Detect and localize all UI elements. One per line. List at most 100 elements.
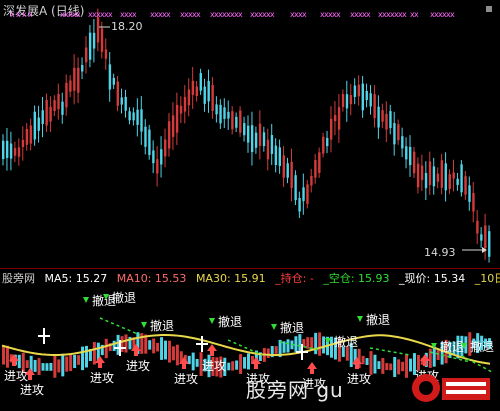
- signal-bar: [211, 356, 215, 377]
- candlestick: [203, 86, 206, 104]
- candlestick: [440, 160, 444, 188]
- candlestick: [69, 80, 72, 92]
- candlestick: [333, 115, 337, 122]
- candlestick: [132, 112, 135, 121]
- candlestick: [416, 163, 420, 188]
- candlestick: [254, 132, 258, 148]
- candlestick: [116, 81, 119, 106]
- signal-bar: [322, 336, 326, 354]
- signal-bar: [116, 334, 120, 355]
- signal-bar: [270, 346, 274, 358]
- attack-arrow-stem: [423, 361, 427, 366]
- signal-bar: [215, 357, 219, 377]
- candlestick: [2, 140, 5, 160]
- candlestick: [164, 139, 167, 157]
- candlestick: [37, 117, 40, 131]
- signal-bar: [33, 359, 37, 372]
- candlestick: [377, 106, 380, 128]
- candlestick: [136, 109, 139, 125]
- candlestick: [108, 64, 112, 90]
- retreat-arrow: [431, 343, 437, 349]
- ma30-value: MA30: 15.91: [195, 272, 266, 285]
- signal-bar: [9, 354, 13, 363]
- signal-bar: [345, 346, 349, 361]
- signal-bar: [88, 348, 92, 362]
- signal-bar: [333, 337, 337, 360]
- retreat-arrow: [461, 343, 467, 349]
- signal-bar: [250, 355, 254, 364]
- candlestick: [274, 145, 278, 166]
- candlestick: [171, 115, 175, 137]
- signal-bar: [476, 333, 480, 354]
- candlestick: [480, 234, 483, 241]
- candlestick: [294, 175, 297, 201]
- buy-marker: x: [402, 10, 407, 19]
- candlestick: [484, 225, 487, 249]
- signal-bar: [405, 353, 409, 378]
- candlestick: [167, 121, 171, 149]
- signal-bar: [57, 359, 61, 373]
- candlestick: [140, 109, 143, 132]
- signal-bar: [393, 357, 397, 377]
- signal-bar: [456, 335, 460, 359]
- signal-bar: [329, 336, 333, 358]
- signal-bar: [120, 336, 124, 352]
- candlestick: [227, 111, 230, 119]
- signal-bar: [464, 336, 468, 354]
- signal-bar: [136, 332, 140, 355]
- buy-marker: x: [196, 10, 201, 19]
- signal-bar: [148, 340, 152, 350]
- signal-bar: [254, 350, 258, 367]
- candlestick: [409, 146, 412, 166]
- retreat-label: 撤退: [112, 290, 136, 305]
- signal-bar: [318, 332, 322, 356]
- candlestick: [318, 152, 321, 173]
- ma10-value: MA10: 15.53: [116, 272, 187, 285]
- ma5-value: MA5: 15.27: [44, 272, 108, 285]
- signal-bar: [274, 346, 278, 354]
- candlestick: [41, 110, 44, 124]
- signal-bar: [73, 354, 77, 369]
- signal-bar: [45, 363, 49, 371]
- buy-marker: x: [108, 10, 113, 19]
- candlestick: [156, 159, 159, 174]
- buy-marker: x: [302, 10, 307, 19]
- signal-bar: [294, 336, 298, 352]
- retreat-label: 撤退: [334, 334, 358, 349]
- buy-marker: x: [22, 10, 27, 19]
- signal-bar: [104, 338, 108, 359]
- candlestick: [183, 96, 187, 112]
- signal-bar: [37, 358, 41, 375]
- signal-bar: [231, 361, 235, 371]
- buy-marker: x: [166, 10, 171, 19]
- candlestick: [444, 163, 447, 191]
- signal-bar: [203, 358, 207, 372]
- retreat-label: 撤退: [218, 314, 242, 329]
- signal-bar: [377, 361, 381, 370]
- attack-label: 进攻: [126, 359, 150, 373]
- signal-bar: [389, 363, 393, 371]
- signal-bar: [13, 354, 17, 366]
- candlestick: [231, 111, 234, 130]
- candlestick: [389, 111, 392, 129]
- retreat-label: 撤退: [440, 339, 464, 354]
- ten-day-change: _10日涨: [474, 272, 500, 285]
- retreat-label: 撤退: [92, 293, 116, 308]
- candlestick: [258, 123, 262, 146]
- candlestick: [460, 164, 463, 193]
- signal-bar: [369, 351, 373, 375]
- signal-bar: [247, 353, 250, 370]
- signal-bar: [353, 348, 357, 365]
- candlestick: [353, 85, 357, 97]
- candlestick: [104, 49, 108, 59]
- signal-bar: [156, 342, 160, 352]
- candlestick: [488, 231, 491, 257]
- attack-arrow-stem: [254, 364, 258, 369]
- candlestick: [175, 104, 179, 133]
- price-chart[interactable]: xxxxxxxxxxxxxxxxxxxxxxxxxxxxxxxxxxxxxxxx…: [0, 0, 500, 268]
- signal-bar: [61, 353, 65, 377]
- signal-bar: [132, 337, 136, 349]
- signal-bar: [25, 360, 29, 368]
- signal-bar: [432, 346, 436, 367]
- signal-ma-line: [1, 334, 491, 365]
